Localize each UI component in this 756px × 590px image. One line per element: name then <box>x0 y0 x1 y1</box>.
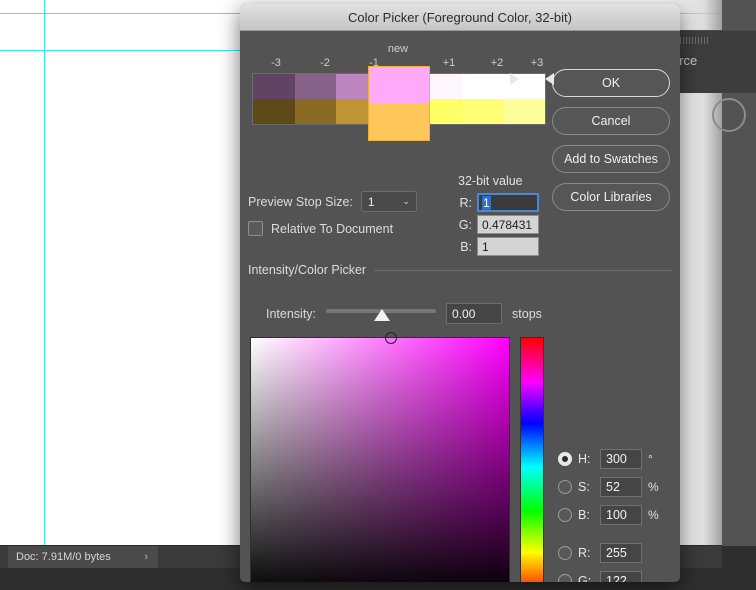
ok-button[interactable]: OK <box>552 69 670 97</box>
color-picker-dialog: Color Picker (Foreground Color, 32-bit) … <box>240 4 680 582</box>
intensity-input[interactable]: 0.00 <box>446 303 503 324</box>
color-value-group: H: 300 ° S: 52 % B: 100 % R: 255 G: 122 <box>558 449 662 582</box>
intensity-slider[interactable] <box>326 306 437 322</box>
radio-green[interactable] <box>558 574 572 582</box>
value-row-hue[interactable]: H: 300 ° <box>558 449 662 469</box>
stop-swatch-minus3-top <box>253 74 295 99</box>
color-field-marker[interactable] <box>385 332 397 344</box>
stop-swatch-plus2[interactable] <box>461 74 504 124</box>
guide-vertical-1 <box>44 0 45 546</box>
value-input-hue[interactable]: 300 <box>600 449 642 469</box>
bit-value-row-b: B: 1 <box>458 237 568 256</box>
color-libraries-button[interactable]: Color Libraries <box>552 183 670 211</box>
cancel-button[interactable]: Cancel <box>552 107 670 135</box>
chevron-right-icon[interactable]: › <box>144 551 148 563</box>
relative-to-document-row[interactable]: Relative To Document <box>248 221 393 236</box>
value-key-green: G: <box>578 574 592 582</box>
value-key-saturation: S: <box>578 480 590 494</box>
document-size-text: Doc: 7.91M/0 bytes <box>16 551 111 563</box>
bit-value-key-r: R: <box>459 195 473 210</box>
intensity-color-picker-group-header: Intensity/Color Picker <box>248 263 672 277</box>
preview-stop-size-value: 1 <box>367 194 375 209</box>
stop-label-minus3: -3 <box>271 57 281 69</box>
stop-preview-group: -3 -2 -1 new +1 +2 +3 <box>252 43 546 141</box>
intensity-label: Intensity: <box>266 306 317 321</box>
value-key-brightness: B: <box>578 508 590 522</box>
current-color-swatch <box>369 103 429 140</box>
stop-swatch-minus2-bottom <box>294 99 337 124</box>
relative-to-document-checkbox[interactable] <box>248 221 263 236</box>
bit-value-r-text: 1 <box>482 195 491 210</box>
bit-value-input-g[interactable]: 0.478431 <box>477 215 539 234</box>
radio-red[interactable] <box>558 546 572 560</box>
value-input-green[interactable]: 122 <box>600 571 642 582</box>
radio-saturation[interactable] <box>558 480 572 494</box>
radio-brightness[interactable] <box>558 508 572 522</box>
dialog-titlebar[interactable]: Color Picker (Foreground Color, 32-bit) <box>240 4 680 31</box>
stop-label-minus2: -2 <box>320 57 330 69</box>
bit-value-input-r[interactable]: 1 <box>477 193 539 212</box>
stop-swatch-minus2-top <box>294 74 337 99</box>
stop-swatch-minus2[interactable] <box>294 74 337 124</box>
new-current-swatch[interactable] <box>368 66 430 141</box>
background-panel: urce <box>672 30 756 93</box>
intensity-unit-label: stops <box>512 306 542 321</box>
saturation-brightness-field[interactable] <box>250 332 510 582</box>
value-unit-saturation: % <box>648 480 659 494</box>
value-row-red[interactable]: R: 255 <box>558 543 662 563</box>
intensity-slider-thumb[interactable] <box>374 308 391 321</box>
value-row-brightness[interactable]: B: 100 % <box>558 505 662 525</box>
stop-label-plus1: +1 <box>442 57 456 69</box>
radio-hue[interactable] <box>558 452 572 466</box>
circle-tool-icon-2[interactable] <box>712 98 746 132</box>
preview-stop-size-label: Preview Stop Size: <box>248 194 353 209</box>
dialog-title: Color Picker (Foreground Color, 32-bit) <box>348 9 572 25</box>
value-input-saturation[interactable]: 52 <box>600 477 642 497</box>
value-row-saturation[interactable]: S: 52 % <box>558 477 662 497</box>
stop-label-plus2: +2 <box>490 57 504 69</box>
value-key-red: R: <box>578 546 591 560</box>
value-unit-brightness: % <box>648 508 659 522</box>
document-info-chip[interactable]: Doc: 7.91M/0 bytes › <box>8 546 158 568</box>
bit-value-input-b[interactable]: 1 <box>477 237 539 256</box>
add-to-swatches-button[interactable]: Add to Swatches <box>552 145 670 173</box>
stop-swatch-plus2-top <box>461 74 504 99</box>
hue-marker-right-icon <box>545 73 554 85</box>
bit-value-key-b: B: <box>460 239 472 254</box>
bit-value-key-g: G: <box>458 217 472 232</box>
value-input-brightness[interactable]: 100 <box>600 505 642 525</box>
chevron-down-icon: ⌄ <box>402 196 410 206</box>
stop-label-new: new <box>387 43 409 55</box>
value-unit-hue: ° <box>648 452 653 466</box>
relative-to-document-label: Relative To Document <box>271 221 394 236</box>
screen: urce Doc: 7.91M/0 bytes › Color Picker (… <box>0 0 756 590</box>
value-group-gap <box>558 533 662 543</box>
stop-swatch-plus3-bottom <box>503 99 546 124</box>
group-title: Intensity/Color Picker <box>248 263 367 277</box>
dialog-buttons: OK Cancel Add to Swatches Color Librarie… <box>552 69 670 221</box>
panel-grip-icon[interactable] <box>680 37 708 44</box>
stop-swatch-plus2-bottom <box>461 99 504 124</box>
intensity-row: Intensity: 0.00 stops <box>266 303 542 324</box>
preview-stop-size-select[interactable]: 1 ⌄ <box>360 191 417 212</box>
hue-marker-left-icon <box>510 73 519 85</box>
hue-slider[interactable] <box>520 337 544 582</box>
value-key-hue: H: <box>578 452 591 466</box>
stop-swatch-minus3-bottom <box>253 99 295 124</box>
stop-swatch-minus3[interactable] <box>253 74 295 124</box>
stop-label-plus3: +3 <box>530 57 544 69</box>
value-input-red[interactable]: 255 <box>600 543 642 563</box>
stop-swatch-row[interactable] <box>252 66 546 141</box>
new-color-swatch <box>369 67 429 104</box>
group-divider <box>374 269 672 271</box>
dialog-body: -3 -2 -1 new +1 +2 +3 Preview Stop Size:… <box>240 31 680 582</box>
value-row-green[interactable]: G: 122 <box>558 571 662 582</box>
preview-stop-size-row: Preview Stop Size: 1 ⌄ <box>248 191 417 212</box>
